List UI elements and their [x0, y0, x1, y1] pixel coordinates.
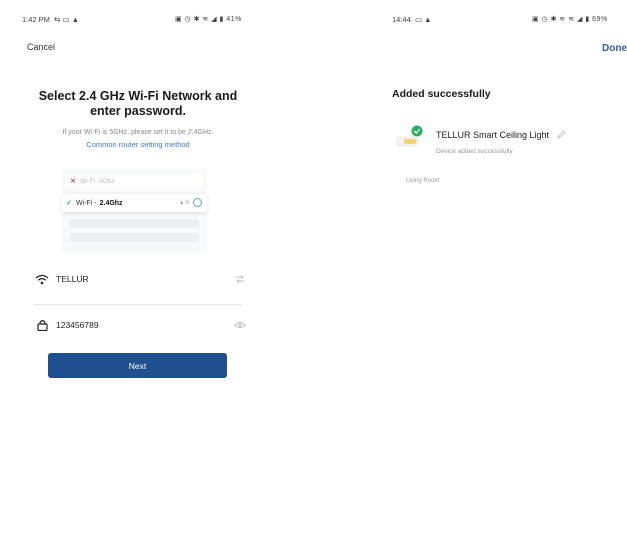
wifi-name-value: TELLUR — [56, 274, 89, 284]
password-field[interactable]: 123456789 — [34, 314, 246, 336]
wifi-5ghz-ssid: 5Ghz — [99, 177, 115, 185]
wifi-icon — [34, 272, 50, 286]
status-bar-right: ▣ ◷ ✱ ≋ ◢ ▮ 41% — [175, 15, 242, 23]
status-time: 14:44 — [392, 15, 411, 24]
pencil-icon[interactable] — [556, 130, 566, 141]
next-button[interactable]: Next — [48, 353, 227, 378]
wifi-setup-screen: 1:42 PM ⇆ ▭ ▲ ▣ ◷ ✱ ≋ ◢ ▮ 41% Cancel Sel… — [0, 0, 275, 545]
wifi-name-field[interactable]: TELLUR — [34, 268, 246, 290]
status-system-icons: ▣ ◷ ✱ ≋ ≋ ◢ ▮ — [532, 16, 593, 23]
eye-icon[interactable] — [234, 320, 246, 330]
password-value: 123456789 — [56, 320, 99, 330]
done-button[interactable]: Done — [602, 43, 627, 54]
wifi-5ghz-row: ✕ Wi-Fi - 5Ghz — [66, 174, 203, 188]
device-status-text: Device added successfully — [436, 148, 513, 155]
battery-level: 69% — [592, 16, 608, 23]
placeholder-row — [70, 219, 199, 228]
router-settings-link[interactable]: Common router setting method — [22, 140, 254, 149]
info-icon — [193, 198, 202, 208]
wifi-band-hint: If your Wi-Fi is 5GHz, please set it to … — [62, 129, 214, 136]
status-notification-icons: ▭ ▲ — [412, 15, 432, 24]
room-label: Living Room — [406, 178, 440, 184]
placeholder-row — [70, 233, 199, 242]
status-notification-icons: ⇆ ▭ ▲ — [52, 15, 80, 24]
status-bar-right: ▣ ◷ ✱ ≋ ≋ ◢ ▮ 69% — [532, 15, 608, 23]
status-bar-left: 14:44 ▭ ▲ — [392, 15, 432, 24]
added-successfully-screen: 14:44 ▭ ▲ ▣ ◷ ✱ ≋ ≋ ◢ ▮ 69% Done Added s… — [380, 0, 627, 545]
check-icon: ✓ — [66, 200, 72, 207]
battery-level: 41% — [226, 16, 242, 23]
status-bar-left: 1:42 PM ⇆ ▭ ▲ — [22, 15, 79, 24]
cross-icon: ✕ — [70, 178, 76, 185]
page-title: Select 2.4 GHz Wi-Fi Network and enter p… — [38, 89, 238, 118]
switch-network-icon[interactable] — [234, 274, 246, 284]
device-name-text: TELLUR Smart Ceiling Light — [436, 130, 550, 140]
device-name: TELLUR Smart Ceiling Light — [436, 130, 566, 141]
lock-icon — [34, 318, 50, 332]
cancel-button[interactable]: Cancel — [27, 42, 55, 52]
status-time: 1:42 PM — [22, 15, 50, 24]
wifi-illustration: ✕ Wi-Fi - 5Ghz ✓ Wi-Fi - 2.4Ghz 🔒︎ ≋ — [62, 169, 207, 254]
page-title: Added successfully — [392, 88, 491, 100]
wifi-24ghz-row: ✓ Wi-Fi - 2.4Ghz 🔒︎ ≋ — [62, 194, 207, 212]
wifi-5ghz-prefix: Wi-Fi - — [80, 177, 100, 185]
field-divider — [34, 304, 242, 305]
ceiling-light-icon — [395, 124, 424, 152]
wifi-24ghz-ssid: 2.4Ghz — [99, 199, 123, 207]
lock-signal-info-icons: 🔒︎ ≋ — [180, 198, 202, 208]
status-system-icons: ▣ ◷ ✱ ≋ ◢ ▮ — [175, 16, 227, 23]
wifi-24ghz-prefix: Wi-Fi - — [76, 199, 97, 207]
